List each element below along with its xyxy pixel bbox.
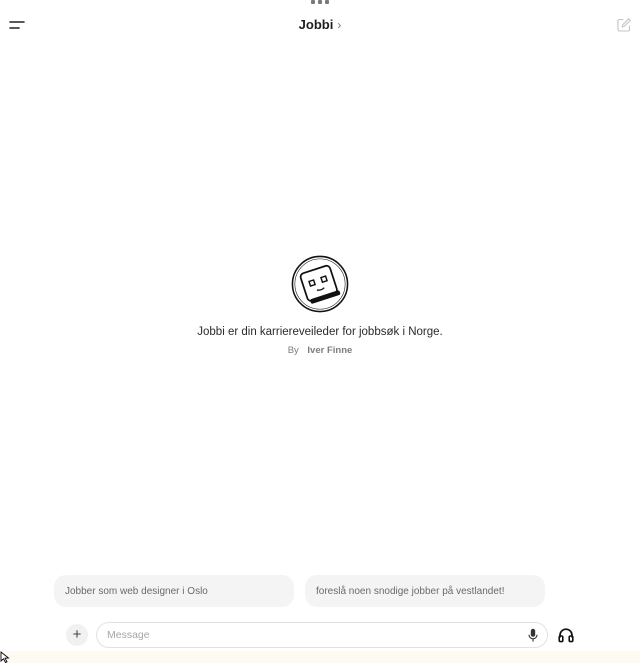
gpt-title-button[interactable]: Jobbi ›: [299, 17, 342, 32]
robot-avatar: [291, 255, 349, 313]
message-box: [96, 622, 548, 648]
message-input[interactable]: [107, 627, 507, 643]
menu-icon[interactable]: [9, 18, 25, 32]
headphones-icon[interactable]: [558, 627, 574, 643]
suggestion-list: Jobber som web designer i Oslo foreslå n…: [54, 575, 545, 607]
suggestion-chip[interactable]: Jobber som web designer i Oslo: [54, 575, 294, 607]
attach-button[interactable]: +: [66, 624, 88, 646]
chat-app: Jobbi › Jobbi er din karriereveileder fo…: [0, 0, 640, 663]
edit-icon[interactable]: [616, 17, 632, 33]
microphone-icon[interactable]: [528, 628, 538, 643]
chevron-right-icon: ›: [337, 17, 342, 32]
bottom-strip: [0, 651, 640, 663]
message-composer: +: [0, 622, 640, 648]
by-label: By: [287, 345, 299, 356]
gpt-byline: By Iver Finne: [0, 345, 640, 356]
author-name[interactable]: Iver Finne: [307, 345, 352, 356]
gpt-description: Jobbi er din karriereveileder for jobbsø…: [197, 326, 443, 338]
mouse-pointer-icon: [0, 651, 10, 663]
drag-handle[interactable]: [311, 0, 329, 4]
gpt-intro: Jobbi er din karriereveileder for jobbsø…: [0, 255, 640, 356]
suggestion-chip[interactable]: foreslå noen snodige jobber på vestlande…: [305, 575, 545, 607]
top-bar: Jobbi ›: [0, 14, 640, 38]
page-title: Jobbi: [298, 17, 334, 32]
